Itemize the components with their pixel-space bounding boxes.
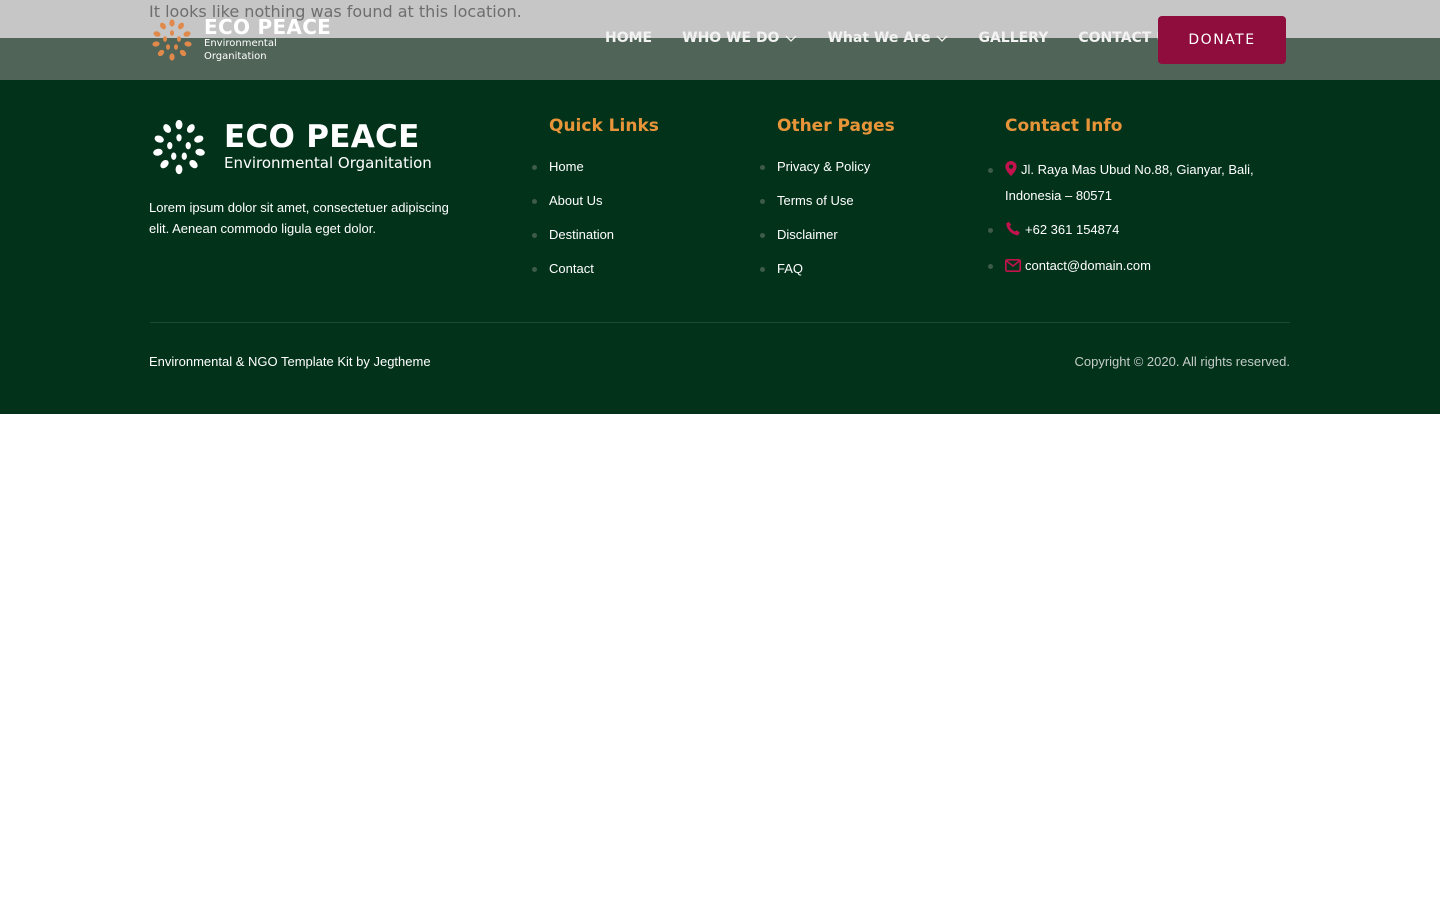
other-page-disclaimer[interactable]: Disclaimer bbox=[759, 226, 870, 244]
nav-gallery[interactable]: GALLERY bbox=[978, 30, 1048, 46]
quick-link-contact[interactable]: Contact bbox=[531, 260, 614, 278]
main-nav: HOME WHO WE DO What We Are GALLERY CONTA… bbox=[605, 30, 1208, 46]
quick-links-list: Home About Us Destination Contact bbox=[531, 158, 614, 294]
header-logo-name: ECO PEACE bbox=[204, 15, 332, 39]
nav-gallery-label: GALLERY bbox=[978, 30, 1049, 46]
nav-what-we-are[interactable]: What We Are bbox=[827, 30, 948, 46]
envelope-icon bbox=[1005, 256, 1021, 280]
nav-home-label: HOME bbox=[605, 30, 653, 46]
map-pin-icon bbox=[1005, 160, 1017, 184]
quick-links-title: Quick Links bbox=[549, 116, 659, 136]
phone-icon bbox=[1005, 220, 1021, 244]
contact-phone-text: +62 361 154874 bbox=[1025, 222, 1120, 237]
contact-info-title: Contact Info bbox=[1005, 116, 1123, 136]
footer-logo[interactable]: ECO PEACE Environmental Organitation bbox=[150, 118, 432, 176]
other-page-terms[interactable]: Terms of Use bbox=[759, 192, 870, 210]
logo-leaf-icon bbox=[150, 18, 194, 62]
nav-what-we-are-label: What We Are bbox=[827, 30, 931, 46]
nav-who-we-do[interactable]: WHO WE DO bbox=[682, 30, 797, 46]
quick-link-destination[interactable]: Destination bbox=[531, 226, 614, 244]
donate-button[interactable]: DONATE bbox=[1158, 16, 1286, 64]
contact-phone[interactable]: +62 361 154874 bbox=[988, 218, 1275, 244]
chevron-down-icon bbox=[785, 32, 797, 44]
header-logo[interactable]: ECO PEACE Environmental Organitation bbox=[150, 15, 336, 62]
footer-credit: Environmental & NGO Template Kit by Jegt… bbox=[149, 354, 431, 369]
other-pages-title: Other Pages bbox=[777, 116, 895, 136]
nav-who-we-do-label: WHO WE DO bbox=[682, 30, 780, 46]
chevron-down-icon bbox=[936, 32, 948, 44]
other-pages-list: Privacy & Policy Terms of Use Disclaimer… bbox=[759, 158, 870, 294]
contact-address-text: Jl. Raya Mas Ubud No.88, Gianyar, Bali, … bbox=[1005, 162, 1254, 203]
contact-email-text: contact@domain.com bbox=[1025, 258, 1151, 273]
quick-link-about-us[interactable]: About Us bbox=[531, 192, 614, 210]
quick-link-home[interactable]: Home bbox=[531, 158, 614, 176]
footer-description: Lorem ipsum dolor sit amet, consectetuer… bbox=[149, 200, 449, 236]
other-page-faq[interactable]: FAQ bbox=[759, 260, 870, 278]
other-page-privacy[interactable]: Privacy & Policy bbox=[759, 158, 870, 176]
logo-leaf-icon bbox=[150, 118, 208, 176]
contact-email[interactable]: contact@domain.com bbox=[988, 254, 1275, 280]
header-logo-tagline: Environmental Organitation bbox=[204, 38, 277, 62]
nav-home[interactable]: HOME bbox=[605, 30, 652, 46]
site-footer: ECO PEACE Environmental Organitation Lor… bbox=[0, 80, 1440, 414]
footer-divider bbox=[150, 322, 1290, 323]
contact-address: Jl. Raya Mas Ubud No.88, Gianyar, Bali, … bbox=[988, 158, 1275, 208]
footer-logo-name: ECO PEACE bbox=[224, 119, 420, 155]
footer-copyright: Copyright © 2020. All rights reserved. bbox=[1074, 354, 1290, 369]
footer-logo-tagline: Environmental Organitation bbox=[224, 154, 432, 172]
contact-info-list: Jl. Raya Mas Ubud No.88, Gianyar, Bali, … bbox=[988, 158, 1275, 290]
